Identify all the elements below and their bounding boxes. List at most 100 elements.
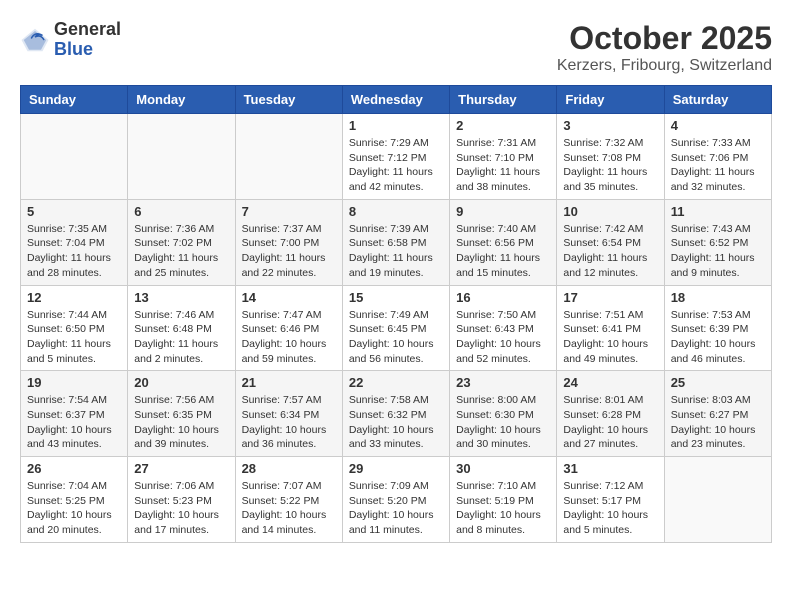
calendar-cell: 26 Sunrise: 7:04 AM Sunset: 5:25 PM Dayli… [21,457,128,543]
day-number: 24 [563,375,657,390]
logo-text: General Blue [54,20,121,60]
day-number: 3 [563,118,657,133]
weekday-header-friday: Friday [557,86,664,114]
day-number: 6 [134,204,228,219]
day-number: 22 [349,375,443,390]
calendar-cell: 24Sunrise: 8:01 AM Sunset: 6:28 PM Dayli… [557,371,664,457]
calendar-cell: 29 Sunrise: 7:09 AM Sunset: 5:20 PM Dayli… [342,457,449,543]
title-area: October 2025 Kerzers, Fribourg, Switzerl… [557,20,772,75]
day-number: 8 [349,204,443,219]
day-info: Sunrise: 7:50 AM Sunset: 6:43 PM Dayligh… [456,308,550,367]
calendar-table: SundayMondayTuesdayWednesdayThursdayFrid… [20,85,772,543]
day-number: 29 [349,461,443,476]
day-number: 2 [456,118,550,133]
day-info: Sunrise: 7:56 AM Sunset: 6:35 PM Dayligh… [134,393,228,452]
day-info: Sunrise: 7:07 AM Sunset: 5:22 PM Dayligh… [242,479,336,538]
day-info: Sunrise: 7:35 AM Sunset: 7:04 PM Dayligh… [27,222,121,281]
day-info: Sunrise: 7:57 AM Sunset: 6:34 PM Dayligh… [242,393,336,452]
day-info: Sunrise: 7:12 AM Sunset: 5:17 PM Dayligh… [563,479,657,538]
calendar-cell: 20 Sunrise: 7:56 AM Sunset: 6:35 PM Dayli… [128,371,235,457]
day-number: 18 [671,290,765,305]
calendar-cell: 5 Sunrise: 7:35 AM Sunset: 7:04 PM Daylig… [21,199,128,285]
day-number: 26 [27,461,121,476]
day-number: 20 [134,375,228,390]
day-number: 11 [671,204,765,219]
day-info: Sunrise: 8:03 AM Sunset: 6:27 PM Dayligh… [671,393,765,452]
day-info: Sunrise: 7:32 AM Sunset: 7:08 PM Dayligh… [563,136,657,195]
day-info: Sunrise: 7:46 AM Sunset: 6:48 PM Dayligh… [134,308,228,367]
calendar-cell: 6 Sunrise: 7:36 AM Sunset: 7:02 PM Daylig… [128,199,235,285]
day-info: Sunrise: 7:49 AM Sunset: 6:45 PM Dayligh… [349,308,443,367]
calendar-cell: 17 Sunrise: 7:51 AM Sunset: 6:41 PM Dayli… [557,285,664,371]
day-info: Sunrise: 7:10 AM Sunset: 5:19 PM Dayligh… [456,479,550,538]
calendar-cell: 28 Sunrise: 7:07 AM Sunset: 5:22 PM Dayli… [235,457,342,543]
calendar-cell [128,114,235,200]
calendar-cell: 19Sunrise: 7:54 AM Sunset: 6:37 PM Dayli… [21,371,128,457]
calendar-cell [235,114,342,200]
calendar-cell: 22 Sunrise: 7:58 AM Sunset: 6:32 PM Dayli… [342,371,449,457]
calendar-cell [664,457,771,543]
day-info: Sunrise: 8:00 AM Sunset: 6:30 PM Dayligh… [456,393,550,452]
day-number: 13 [134,290,228,305]
day-number: 9 [456,204,550,219]
weekday-header-tuesday: Tuesday [235,86,342,114]
location-title: Kerzers, Fribourg, Switzerland [557,57,772,75]
logo-blue-label: Blue [54,40,121,60]
day-number: 31 [563,461,657,476]
day-number: 14 [242,290,336,305]
calendar-cell: 30Sunrise: 7:10 AM Sunset: 5:19 PM Dayli… [450,457,557,543]
calendar-cell: 14 Sunrise: 7:47 AM Sunset: 6:46 PM Dayli… [235,285,342,371]
day-info: Sunrise: 7:09 AM Sunset: 5:20 PM Dayligh… [349,479,443,538]
logo: General Blue [20,20,121,60]
calendar-cell: 13 Sunrise: 7:46 AM Sunset: 6:48 PM Dayli… [128,285,235,371]
weekday-header-saturday: Saturday [664,86,771,114]
day-number: 17 [563,290,657,305]
day-number: 12 [27,290,121,305]
calendar-cell: 10 Sunrise: 7:42 AM Sunset: 6:54 PM Dayli… [557,199,664,285]
day-info: Sunrise: 7:42 AM Sunset: 6:54 PM Dayligh… [563,222,657,281]
calendar-cell: 18 Sunrise: 7:53 AM Sunset: 6:39 PM Dayli… [664,285,771,371]
calendar-cell: 8 Sunrise: 7:39 AM Sunset: 6:58 PM Daylig… [342,199,449,285]
day-info: Sunrise: 7:31 AM Sunset: 7:10 PM Dayligh… [456,136,550,195]
calendar-cell [21,114,128,200]
week-row-1: 1 Sunrise: 7:29 AM Sunset: 7:12 PM Daylig… [21,114,772,200]
day-info: Sunrise: 7:33 AM Sunset: 7:06 PM Dayligh… [671,136,765,195]
day-number: 23 [456,375,550,390]
day-info: Sunrise: 7:29 AM Sunset: 7:12 PM Dayligh… [349,136,443,195]
day-info: Sunrise: 7:37 AM Sunset: 7:00 PM Dayligh… [242,222,336,281]
week-row-5: 26 Sunrise: 7:04 AM Sunset: 5:25 PM Dayli… [21,457,772,543]
day-info: Sunrise: 7:04 AM Sunset: 5:25 PM Dayligh… [27,479,121,538]
day-number: 5 [27,204,121,219]
day-info: Sunrise: 7:47 AM Sunset: 6:46 PM Dayligh… [242,308,336,367]
day-info: Sunrise: 7:39 AM Sunset: 6:58 PM Dayligh… [349,222,443,281]
day-number: 16 [456,290,550,305]
logo-general-label: General [54,20,121,40]
calendar-cell: 27Sunrise: 7:06 AM Sunset: 5:23 PM Dayli… [128,457,235,543]
day-info: Sunrise: 7:40 AM Sunset: 6:56 PM Dayligh… [456,222,550,281]
day-number: 27 [134,461,228,476]
calendar-cell: 4 Sunrise: 7:33 AM Sunset: 7:06 PM Daylig… [664,114,771,200]
calendar-cell: 21 Sunrise: 7:57 AM Sunset: 6:34 PM Dayli… [235,371,342,457]
day-number: 19 [27,375,121,390]
day-number: 1 [349,118,443,133]
calendar-cell: 9 Sunrise: 7:40 AM Sunset: 6:56 PM Daylig… [450,199,557,285]
day-info: Sunrise: 7:51 AM Sunset: 6:41 PM Dayligh… [563,308,657,367]
calendar-cell: 31 Sunrise: 7:12 AM Sunset: 5:17 PM Dayli… [557,457,664,543]
calendar-cell: 2 Sunrise: 7:31 AM Sunset: 7:10 PM Daylig… [450,114,557,200]
day-info: Sunrise: 7:43 AM Sunset: 6:52 PM Dayligh… [671,222,765,281]
weekday-header-sunday: Sunday [21,86,128,114]
day-number: 28 [242,461,336,476]
day-info: Sunrise: 7:44 AM Sunset: 6:50 PM Dayligh… [27,308,121,367]
calendar-cell: 16 Sunrise: 7:50 AM Sunset: 6:43 PM Dayli… [450,285,557,371]
weekday-header-wednesday: Wednesday [342,86,449,114]
calendar-cell: 23 Sunrise: 8:00 AM Sunset: 6:30 PM Dayli… [450,371,557,457]
calendar-cell: 25Sunrise: 8:03 AM Sunset: 6:27 PM Dayli… [664,371,771,457]
calendar-cell: 7Sunrise: 7:37 AM Sunset: 7:00 PM Daylig… [235,199,342,285]
day-number: 10 [563,204,657,219]
day-number: 4 [671,118,765,133]
day-number: 21 [242,375,336,390]
day-info: Sunrise: 7:58 AM Sunset: 6:32 PM Dayligh… [349,393,443,452]
day-info: Sunrise: 7:53 AM Sunset: 6:39 PM Dayligh… [671,308,765,367]
day-info: Sunrise: 7:36 AM Sunset: 7:02 PM Dayligh… [134,222,228,281]
weekday-header-monday: Monday [128,86,235,114]
